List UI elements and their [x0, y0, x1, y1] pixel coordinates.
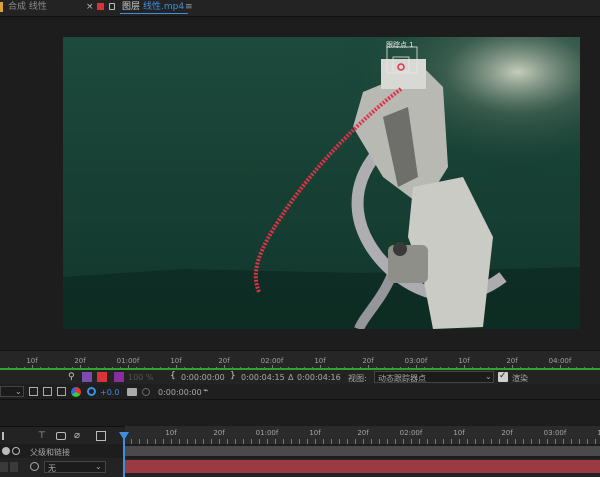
ruler-tick-label: 01:00f	[116, 357, 140, 365]
solo-toggle-icon[interactable]	[2, 447, 10, 455]
timeline-time-ruler[interactable]: 10f20f01:00f10f20f02:00f10f20f03:00f10f	[125, 426, 600, 444]
ruler-tick-label: 03:00f	[404, 357, 428, 365]
chevron-down-icon: ⌄	[485, 372, 492, 381]
timeline-ruler-tick-label: 10f	[165, 429, 177, 437]
viewer-time-ruler[interactable]: 10f 20f 01:00f 10f 20f 02:00f 10f 20f 03:00f 10f 2…	[0, 350, 600, 369]
viewer-footer-bar: ⌄ +0.0 0:00:00:00 ⌁	[0, 384, 600, 400]
timeline-ruler-tick-label: 20f	[357, 429, 369, 437]
pick-whip-icon[interactable]	[30, 462, 39, 471]
tab-bar: 合成 线性 × 图层 线性.mp4 ≡	[0, 0, 600, 17]
chevron-down-icon: ⌄	[15, 387, 22, 396]
out-point-bracket-icon[interactable]: }	[230, 371, 236, 381]
view-dropdown-value: 动态跟踪器点	[378, 374, 426, 383]
frame-blend-icon[interactable]: ⌀	[74, 431, 84, 441]
robot-tool-head	[381, 59, 426, 89]
camera-snapshot-icon[interactable]	[127, 388, 137, 396]
checkmark-icon: ✓	[499, 371, 507, 381]
timeline-ruler-tick-label: 20f	[501, 429, 513, 437]
lock-icon[interactable]	[109, 3, 115, 10]
tracker-label: 跟踪点 1	[386, 40, 414, 49]
in-point-bracket-icon[interactable]: {	[170, 371, 176, 381]
color-swatch-icon[interactable]	[114, 372, 124, 382]
timeline-ruler-tick-label: 10f	[309, 429, 321, 437]
layer-viewer[interactable]: 跟踪点 1	[0, 17, 600, 348]
timeline-panel-top	[0, 400, 600, 426]
trim-icon[interactable]: ⌁	[203, 387, 214, 396]
ruler-tick-label: 10f	[26, 357, 38, 365]
ruler-tick-label: 20f	[218, 357, 230, 365]
tab-composition[interactable]: 合成 线性	[0, 0, 80, 16]
render-checkbox[interactable]: ✓	[498, 371, 508, 382]
lock-toggle-icon[interactable]	[12, 447, 20, 455]
current-timecode[interactable]: 0:00:00:00	[158, 388, 202, 397]
chevron-down-icon: ⌄	[95, 462, 102, 471]
ruler-tick-label: 20f	[74, 357, 86, 365]
panel-menu-icon[interactable]: ≡	[185, 0, 193, 14]
channel-rgb-icon[interactable]	[71, 387, 81, 397]
parent-dropdown-value: 无	[48, 464, 56, 473]
safe-area-icon[interactable]	[57, 387, 66, 396]
tab-layer-name: 线性.mp4	[143, 2, 185, 12]
graph-editor-icon[interactable]	[96, 431, 106, 441]
timeline-ruler-tick-label: 10f	[453, 429, 465, 437]
show-snapshot-icon[interactable]	[142, 388, 150, 396]
tab-layer[interactable]: × 图层 线性.mp4 ≡	[84, 0, 194, 16]
puppet-icon[interactable]: ⚲	[68, 372, 78, 382]
timeline-ruler-tick-label: 02:00f	[399, 429, 423, 437]
timeline-ruler-tick-label: 03:00f	[543, 429, 567, 437]
tab-composition-label: 合成 线性	[8, 2, 47, 12]
parent-dropdown[interactable]: 无 ⌄	[44, 461, 106, 473]
transparency-grid-icon[interactable]	[29, 387, 38, 396]
ruler-tick-label: 20f	[506, 357, 518, 365]
render-label: 渲染	[512, 374, 528, 383]
ruler-tick-label: 10f	[458, 357, 470, 365]
duration-delta-icon: Δ	[288, 373, 294, 382]
active-tab-underline	[120, 13, 188, 14]
layer-lock-box[interactable]	[10, 462, 18, 472]
ruler-tick-label: 10f	[170, 357, 182, 365]
duration-time: 0:00:04:16	[297, 373, 341, 382]
ruler-tick-label: 04:00f	[548, 357, 572, 365]
close-icon[interactable]: ×	[86, 0, 94, 14]
ruler-tick-label: 02:00f	[260, 357, 284, 365]
parent-link-column-label: 父级和链接	[30, 448, 70, 457]
solo-icon[interactable]	[97, 372, 107, 382]
playhead-handle[interactable]	[119, 432, 129, 440]
video-frame[interactable]: 跟踪点 1	[63, 37, 580, 329]
mask-view-icon[interactable]	[43, 387, 52, 396]
composition-color-bar	[0, 2, 3, 12]
layer-controls-bar: ⚲ 100 % { 0:00:00:00 } 0:00:04:15 Δ 0:00…	[0, 370, 600, 384]
ruler-tick-label: 10f	[314, 357, 326, 365]
layer-switches-icon[interactable]: ⊤	[38, 431, 48, 441]
timeline-work-area-row[interactable]	[125, 446, 600, 456]
exposure-value[interactable]: +0.0	[100, 388, 119, 397]
view-dropdown[interactable]: 动态跟踪器点 ⌄	[374, 371, 494, 383]
opacity-value[interactable]: 100 %	[128, 373, 153, 382]
exposure-icon[interactable]	[87, 387, 96, 396]
layer-duration-bar[interactable]	[125, 460, 600, 473]
in-point-time[interactable]: 0:00:00:00	[181, 373, 225, 382]
motion-blur-switch-icon[interactable]	[56, 432, 66, 440]
shy-layers-icon[interactable]	[2, 432, 4, 440]
label-color-box[interactable]	[0, 462, 8, 472]
view-label: 视图:	[348, 374, 367, 383]
ruler-tick-label: 20f	[362, 357, 374, 365]
timeline-ruler-tick-label: 20f	[213, 429, 225, 437]
timeline-ruler-tick-label: 01:00f	[255, 429, 279, 437]
motion-blur-icon[interactable]	[82, 372, 92, 382]
tab-layer-prefix: 图层	[122, 2, 141, 12]
out-point-time[interactable]: 0:00:04:15	[241, 373, 285, 382]
layer-color-label-icon	[97, 3, 104, 10]
robot-joint-hub	[393, 242, 407, 256]
zoom-dropdown[interactable]: ⌄	[0, 386, 24, 397]
